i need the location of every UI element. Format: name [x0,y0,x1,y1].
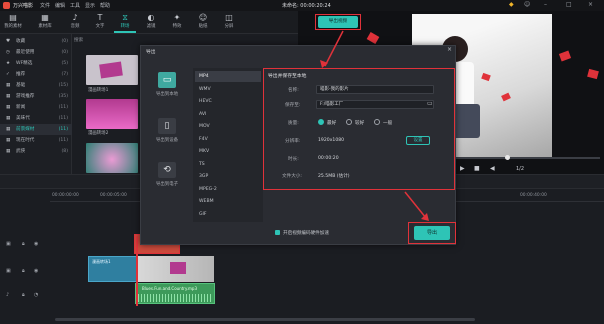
arrow-line [404,191,427,219]
annotation-arrows [320,30,429,221]
arrow-line [324,30,344,67]
